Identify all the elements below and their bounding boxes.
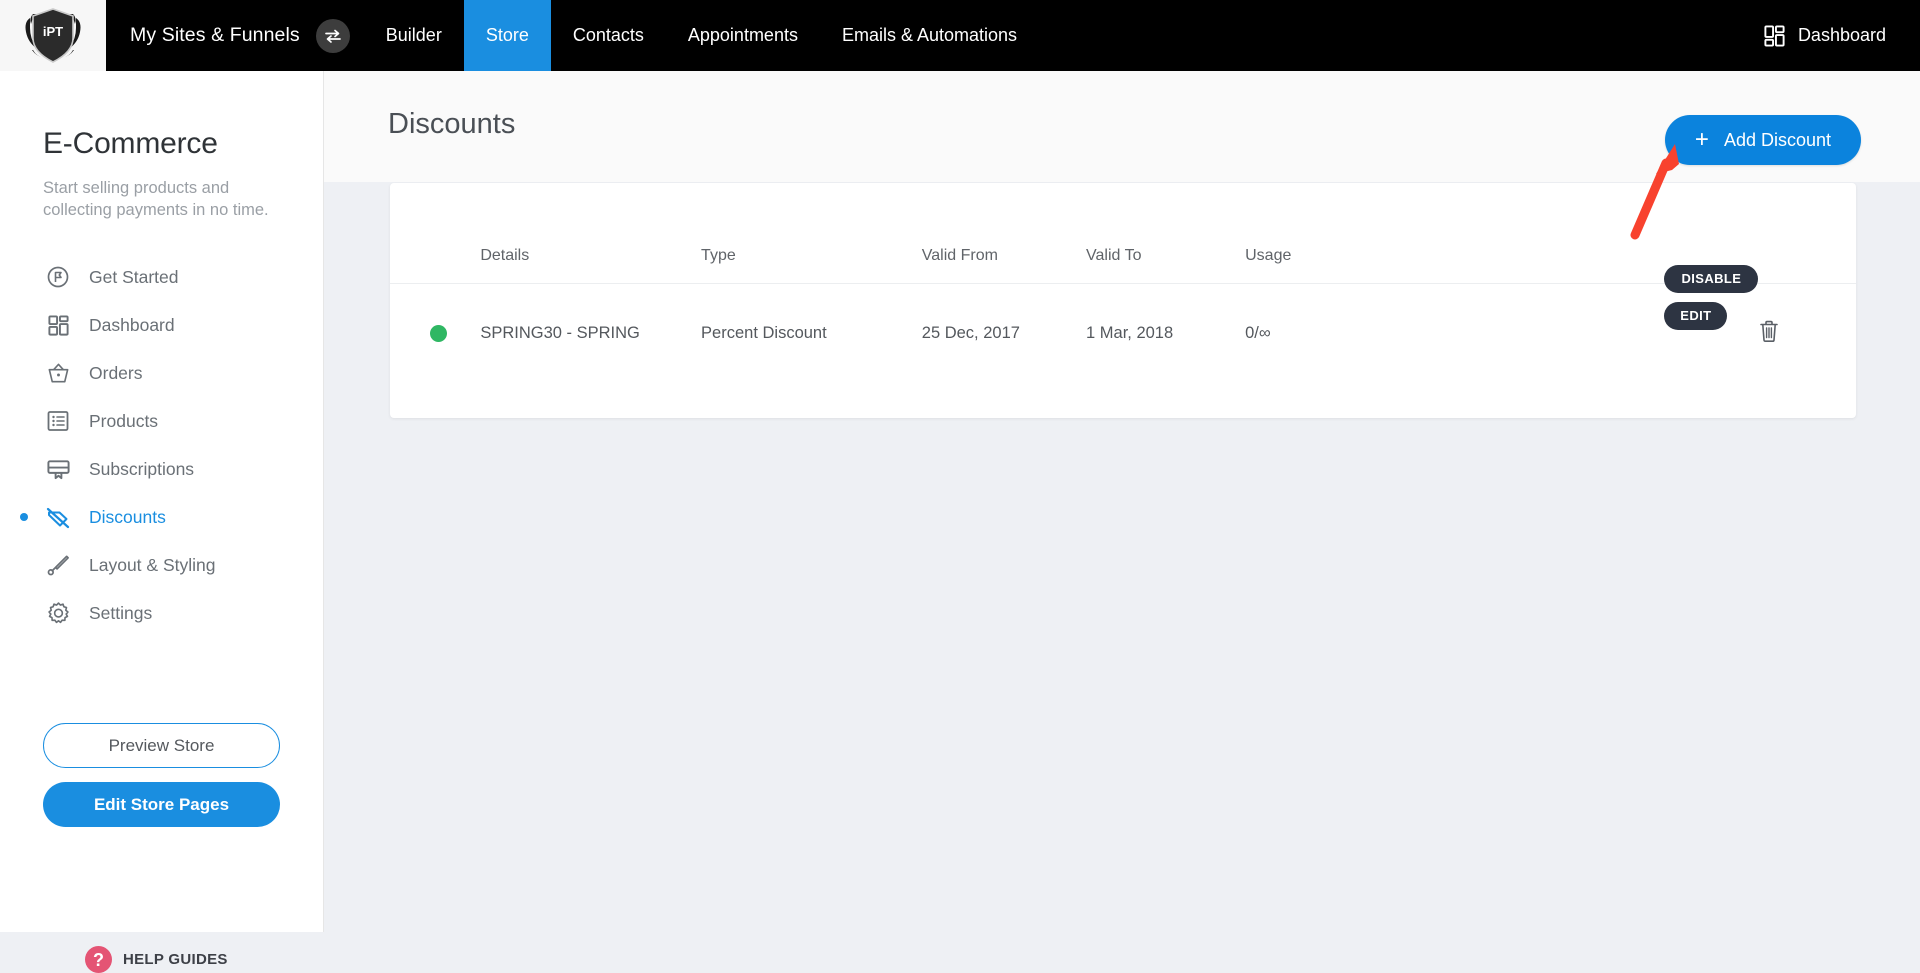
question-mark-icon: ? [85,946,112,973]
main-content: Discounts + Add Discount Details Type Va… [324,71,1920,932]
sidebar-item-label: Subscriptions [89,458,195,479]
list-box-icon [43,406,73,436]
sidebar-item-label: Settings [89,602,153,623]
app-logo[interactable]: iPT [0,0,106,71]
status-badge-active [430,324,447,342]
nav-item-contacts[interactable]: Contacts [551,0,666,71]
basket-icon [43,358,73,388]
table-row: SPRING30 - SPRING Percent Discount 25 De… [390,264,1856,383]
add-discount-label: Add Discount [1723,129,1831,150]
add-discount-button[interactable]: + Add Discount [1664,115,1861,165]
dashboard-grid-icon [43,310,73,340]
nav-item-store[interactable]: Store [463,0,551,71]
sidebar-item-layout-styling[interactable]: Layout & Styling [43,541,293,589]
brush-icon [43,550,73,580]
row-type: Percent Discount [701,323,827,342]
sidebar-item-subscriptions[interactable]: Subscriptions [43,445,293,493]
sidebar-item-label: Orders [89,362,143,383]
sidebar-actions: Preview Store Edit Store Pages [43,723,280,827]
edit-discount-button[interactable]: EDIT [1664,301,1728,330]
row-status-cell [390,283,480,383]
row-delete-cell [1758,283,1856,383]
top-navigation-bar: iPT My Sites & Funnels Builder Store Con… [0,0,1920,71]
row-valid-to: 1 Mar, 2018 [1086,323,1174,342]
column-header-type: Type [701,183,922,284]
ipt-shield-logo-icon: iPT [25,7,81,63]
dashboard-grid-icon [1764,25,1785,47]
svg-text:iPT: iPT [43,24,63,39]
sidebar-item-products[interactable]: Products [43,397,293,445]
discounts-table: Details Type Valid From Valid To Usage S… [390,183,1856,383]
help-guides-label: HELP GUIDES [123,951,228,968]
sidebar-item-label: Discounts [89,506,166,527]
row-valid-from: 25 Dec, 2017 [921,323,1020,342]
preview-store-button[interactable]: Preview Store [43,723,280,768]
trash-icon [1760,320,1779,342]
swap-arrows-icon [324,29,341,43]
table-header-row: Details Type Valid From Valid To Usage [390,183,1856,284]
disable-discount-button[interactable]: DISABLE [1664,264,1759,293]
delete-discount-button[interactable] [1758,319,1780,343]
nav-item-appointments[interactable]: Appointments [666,0,820,71]
edit-store-pages-button[interactable]: Edit Store Pages [43,782,280,827]
column-header-status [390,183,481,284]
row-usage: 0/∞ [1245,323,1271,342]
page-header: Discounts + Add Discount [324,71,1920,182]
sidebar-item-label: Get Started [89,266,179,287]
plus-icon: + [1694,126,1709,153]
column-header-valid-to: Valid To [1086,183,1246,284]
sidebar: E-Commerce Start selling products and co… [0,71,324,973]
nav-item-builder[interactable]: Builder [364,0,464,71]
flag-circle-icon [43,262,73,292]
discounts-card: Details Type Valid From Valid To Usage S… [390,183,1856,418]
sidebar-item-get-started[interactable]: Get Started [43,253,293,301]
monitor-icon [43,454,73,484]
sidebar-item-settings[interactable]: Settings [43,589,293,637]
active-indicator-dot [20,513,28,521]
sidebar-menu: Get Started Dashboard Orders Products Su… [20,253,293,637]
sidebar-item-discounts[interactable]: Discounts [20,493,293,541]
row-details: SPRING30 - SPRING [480,323,640,342]
nav-dashboard-label: Dashboard [1797,25,1886,45]
column-header-delete [1758,183,1856,284]
swap-site-button[interactable] [315,18,350,53]
sidebar-item-label: Dashboard [89,314,175,335]
gear-icon [43,598,73,628]
nav-dashboard-link[interactable]: Dashboard [1763,0,1920,71]
help-guides-link[interactable]: ? HELP GUIDES [85,946,228,973]
sidebar-title: E-Commerce [43,127,218,160]
sidebar-subtitle: Start selling products and collecting pa… [43,179,269,219]
row-action-buttons: DISABLE EDIT [1481,264,1759,383]
sidebar-item-label: Layout & Styling [89,554,216,575]
nav-brand-label[interactable]: My Sites & Funnels [106,24,300,47]
column-header-usage: Usage [1245,183,1482,284]
sidebar-item-orders[interactable]: Orders [43,349,293,397]
sidebar-item-label: Products [89,410,159,431]
tag-slash-icon [43,502,73,532]
sidebar-item-dashboard[interactable]: Dashboard [43,301,293,349]
nav-item-emails-automations[interactable]: Emails & Automations [820,0,1039,71]
column-header-details: Details [480,183,702,284]
column-header-valid-from: Valid From [921,183,1087,284]
page-title: Discounts [388,108,516,140]
